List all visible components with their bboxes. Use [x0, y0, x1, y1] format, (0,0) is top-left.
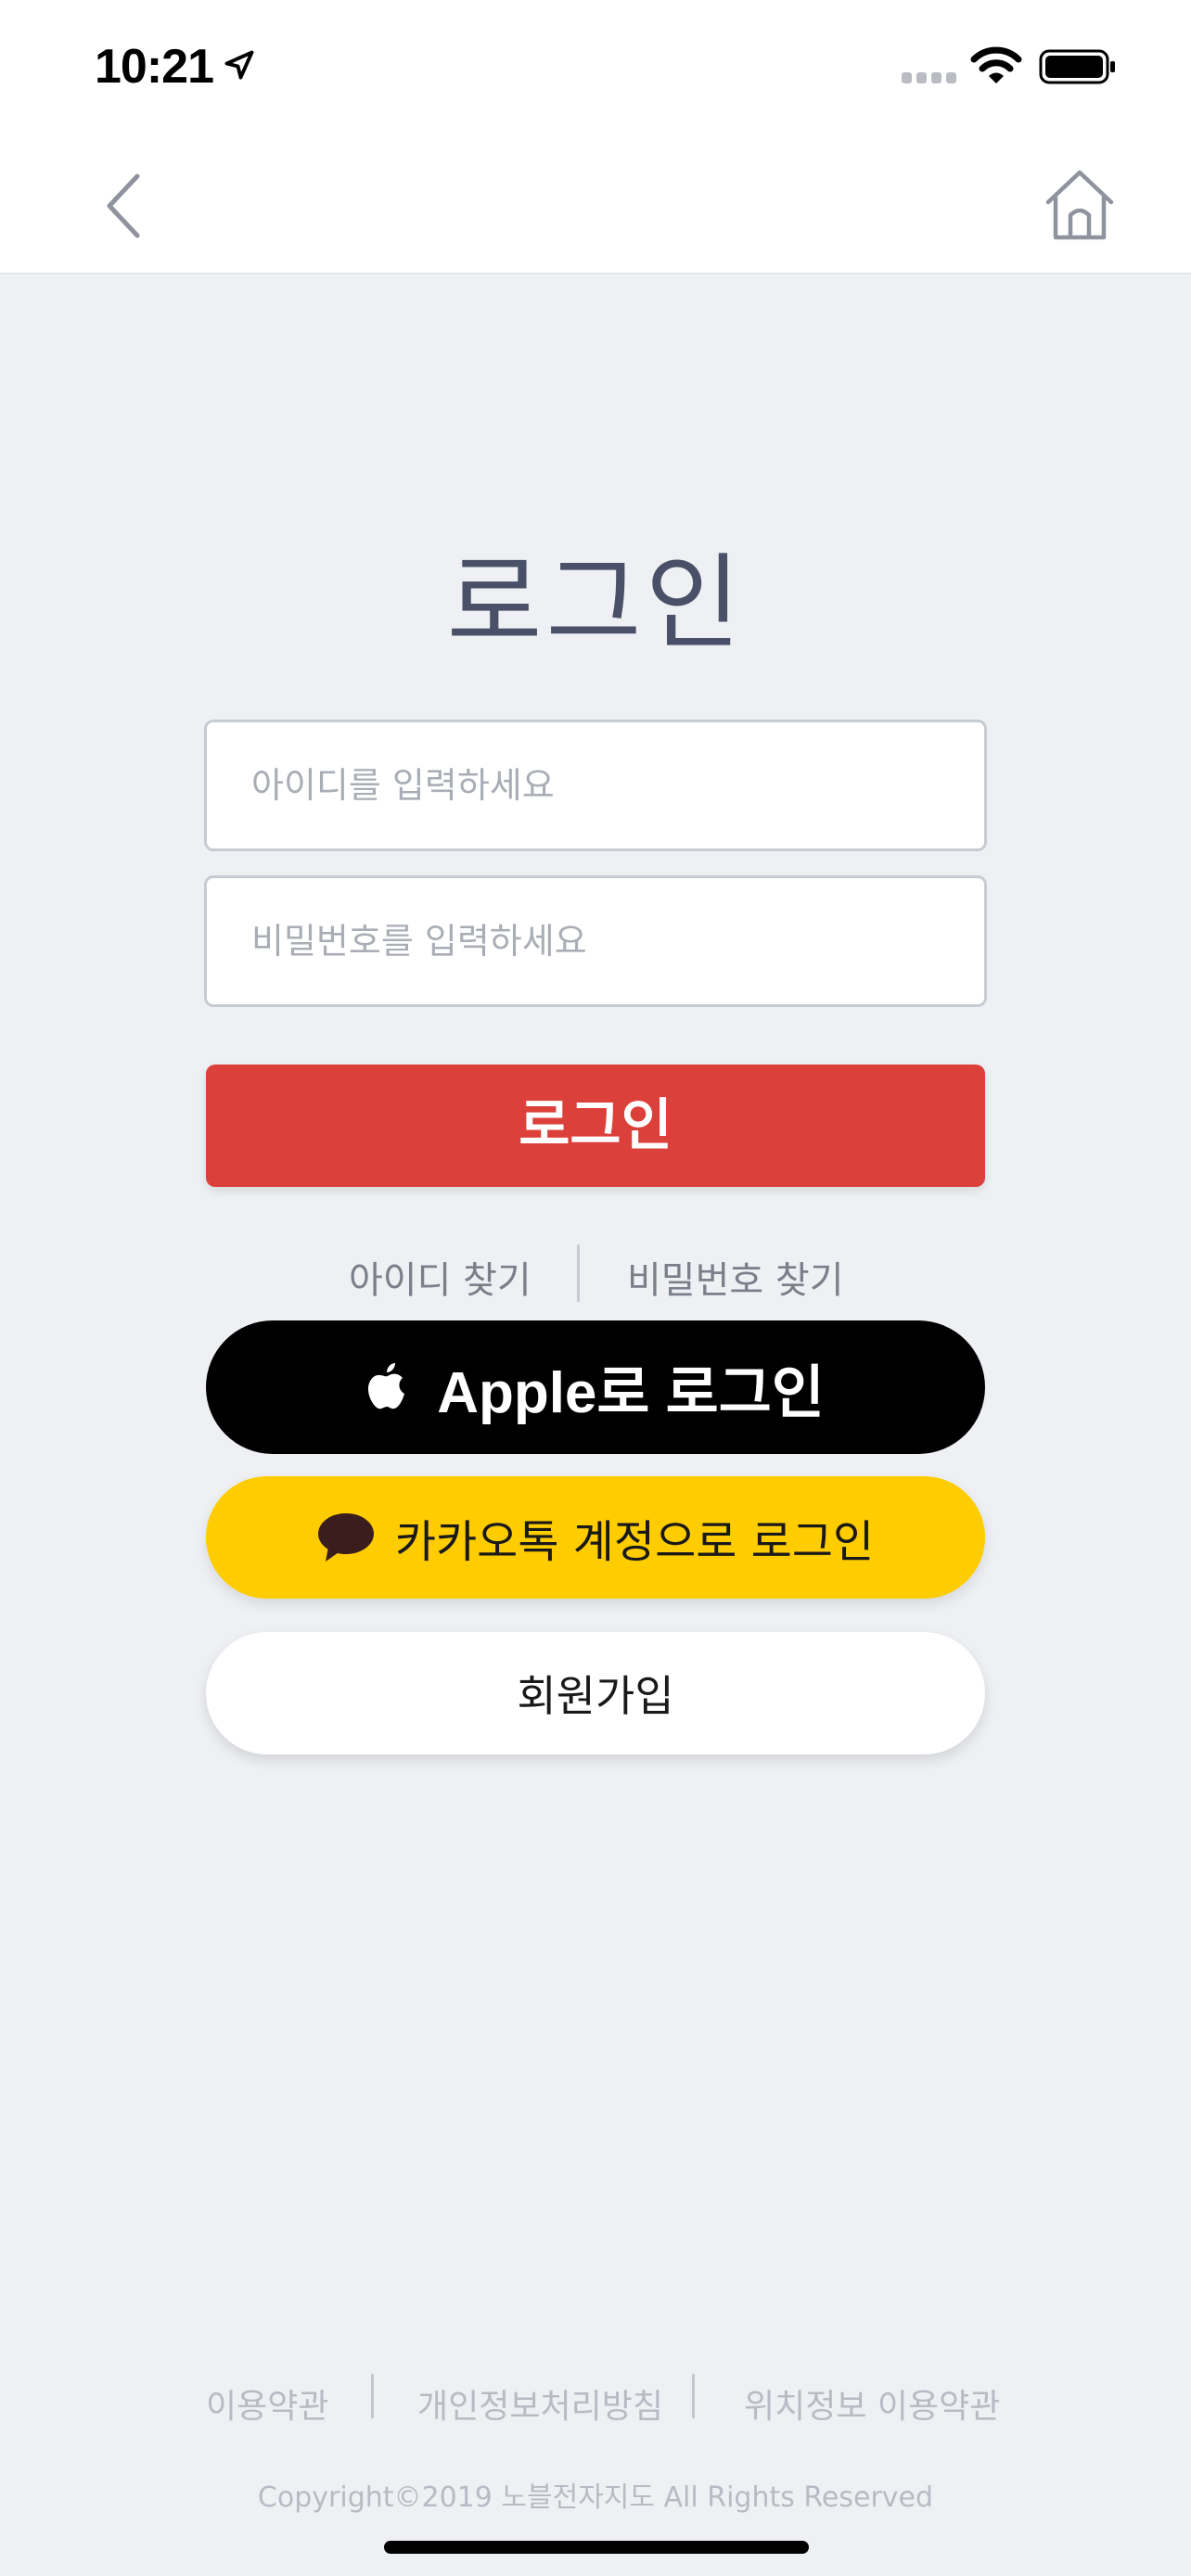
signup-button[interactable]: 회원가입 [206, 1632, 985, 1754]
terms-link[interactable]: 이용약관 [206, 2379, 328, 2428]
signup-label: 회원가입 [517, 1671, 674, 1721]
chevron-left-icon[interactable] [93, 167, 158, 245]
speech-bubble-icon [317, 1513, 374, 1562]
login-button[interactable]: 로그인 [206, 1065, 985, 1187]
find-password-link[interactable]: 비밀번호 찾기 [627, 1250, 844, 1304]
apple-login-label: Apple로 로그인 [437, 1361, 825, 1425]
divider [577, 1244, 580, 1302]
find-id-link[interactable]: 아이디 찾기 [349, 1250, 531, 1304]
kakao-login-label: 카카오톡 계정으로 로그인 [394, 1516, 875, 1568]
id-input[interactable] [204, 720, 987, 851]
battery-icon [1039, 49, 1115, 84]
password-input[interactable] [204, 875, 987, 1007]
privacy-policy-link[interactable]: 개인정보처리방침 [417, 2379, 663, 2428]
divider [371, 2374, 374, 2418]
login-screen: 10:21 로그인 아이디를 입력하세요 로그인 아이디 찾기 비밀번호 찾기 … [0, 0, 1191, 2576]
footer-links: 이용약관 개인정보처리방침 위치정보 이용약관 [0, 2374, 1191, 2429]
home-indicator[interactable] [384, 2541, 809, 2554]
kakao-login-button[interactable]: 카카오톡 계정으로 로그인 [206, 1476, 985, 1599]
home-icon[interactable] [1041, 165, 1119, 243]
find-account-links: 아이디 찾기 비밀번호 찾기 [0, 1243, 1191, 1307]
location-arrow-icon [224, 50, 254, 80]
apple-icon [368, 1363, 405, 1409]
nav-bar [0, 130, 1191, 274]
copyright-text: Copyright©2019 노블전자지도 All Rights Reserve… [257, 2481, 934, 2514]
wifi-icon [970, 46, 1022, 83]
apple-login-button[interactable]: Apple로 로그인 [206, 1320, 985, 1454]
signal-icon [902, 72, 956, 83]
status-time: 10:21 [95, 40, 214, 94]
status-bar: 10:21 [0, 0, 1191, 130]
divider [692, 2374, 695, 2418]
page-title: 로그인 [446, 543, 745, 664]
location-terms-link[interactable]: 위치정보 이용약관 [744, 2379, 1000, 2428]
